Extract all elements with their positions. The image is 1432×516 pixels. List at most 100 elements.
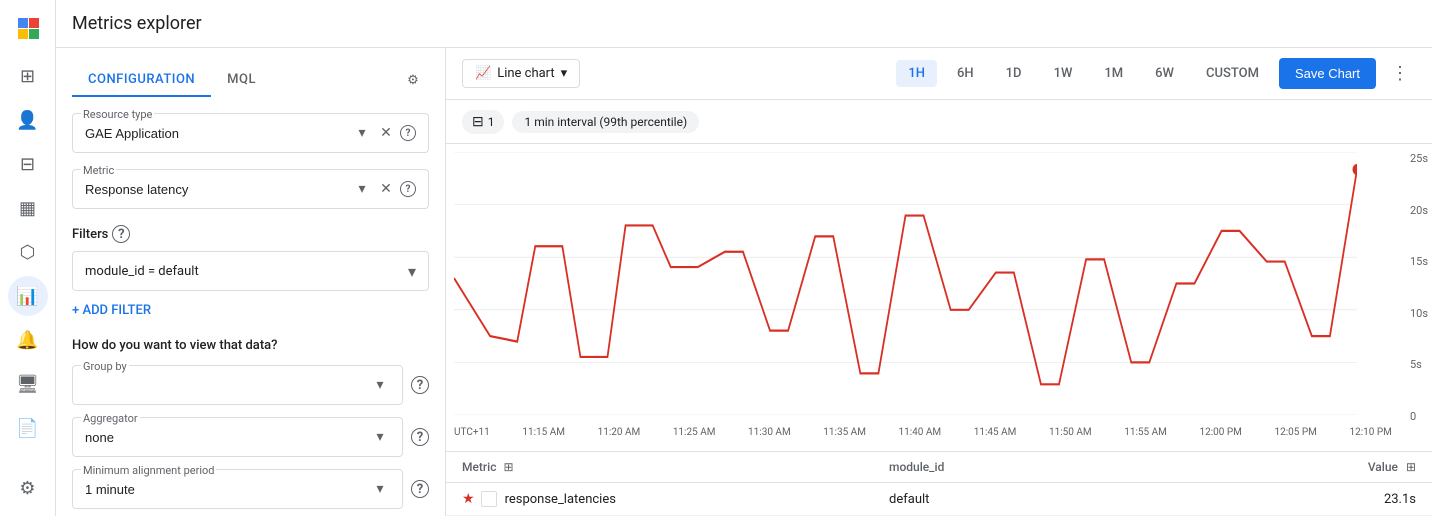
filters-help-icon[interactable]: ? xyxy=(112,225,130,243)
y-label-0: 0 xyxy=(1410,410,1428,423)
main-content: Metrics explorer CONFIGURATION MQL ⚙ Res… xyxy=(56,0,1432,516)
table-cell-value: 23.1s xyxy=(1316,492,1416,507)
metric-label: Metric xyxy=(81,164,116,177)
metric-field: Metric Response latency ▾ ✕ ? xyxy=(72,169,429,209)
save-chart-button[interactable]: Save Chart xyxy=(1279,58,1376,89)
x-label-1205: 12:05 PM xyxy=(1274,427,1316,451)
resource-type-dropdown-icon[interactable]: ▾ xyxy=(352,123,372,143)
nav-computer-icon[interactable]: 🖥 xyxy=(8,364,48,404)
group-by-wrap: Group by ▾ xyxy=(72,365,403,405)
filters-title: Filters ? xyxy=(72,225,429,243)
x-label-1210: 12:10 PM xyxy=(1349,427,1391,451)
value-col-header: Value xyxy=(1368,460,1398,474)
page-header: Metrics explorer xyxy=(56,0,1432,48)
resource-type-help-icon[interactable]: ? xyxy=(400,125,416,141)
metric-select[interactable]: Response latency xyxy=(85,182,352,197)
table-cell-module-id: default xyxy=(889,492,1316,507)
interval-badge[interactable]: 1 min interval (99th percentile) xyxy=(512,111,699,133)
group-by-help-icon[interactable]: ? xyxy=(411,376,429,394)
filter-funnel-icon: ⊟ xyxy=(472,114,484,130)
row-checkbox[interactable] xyxy=(481,491,497,507)
chart-toolbar: 📈 Line chart ▾ 1H 6H 1D 1W 1M 6W CUSTOM … xyxy=(446,48,1432,100)
add-filter-button[interactable]: + ADD FILTER xyxy=(72,299,429,322)
resource-type-select[interactable]: GAE Application xyxy=(85,126,352,141)
table-header-row: Metric ⊞ module_id Value ⊞ xyxy=(446,452,1432,483)
metric-help-icon[interactable]: ? xyxy=(400,181,416,197)
nav-apps-icon[interactable]: ⊞ xyxy=(8,56,48,96)
right-panel: 📈 Line chart ▾ 1H 6H 1D 1W 1M 6W CUSTOM … xyxy=(446,48,1432,516)
nav-table-icon[interactable]: ▦ xyxy=(8,188,48,228)
table-header-module-id: module_id xyxy=(889,460,1316,474)
tab-configuration[interactable]: CONFIGURATION xyxy=(72,64,211,97)
metric-clear-icon[interactable]: ✕ xyxy=(376,179,396,199)
resource-type-field: Resource type GAE Application ▾ ✕ ? xyxy=(72,113,429,153)
value-columns-icon[interactable]: ⊞ xyxy=(1406,460,1416,474)
min-alignment-help-icon[interactable]: ? xyxy=(411,480,429,498)
x-label-1130: 11:30 AM xyxy=(748,427,791,451)
chart-legend-bar: ⊟ 1 1 min interval (99th percentile) xyxy=(446,100,1432,144)
group-by-select[interactable] xyxy=(85,378,370,393)
filter-row[interactable]: module_id = default ▾ xyxy=(72,251,429,291)
line-chart-svg xyxy=(454,152,1357,415)
nav-document-icon[interactable]: 📄 xyxy=(8,408,48,448)
nav-group-icon[interactable]: ⬡ xyxy=(8,232,48,272)
x-axis: UTC+11 11:15 AM 11:20 AM 11:25 AM 11:30 … xyxy=(454,427,1392,451)
table-columns-icon[interactable]: ⊞ xyxy=(503,460,513,474)
nav-notifications-icon[interactable]: 🔔 xyxy=(8,320,48,360)
min-alignment-dropdown-icon[interactable]: ▾ xyxy=(370,479,390,499)
line-chart-icon: 📈 xyxy=(475,66,491,81)
custom-button[interactable]: CUSTOM xyxy=(1194,60,1271,87)
metric-dropdown-icon[interactable]: ▾ xyxy=(352,179,372,199)
aggregator-select[interactable]: none xyxy=(85,430,370,445)
nav-settings-icon[interactable]: ⚙ xyxy=(8,468,48,508)
x-label-utc: UTC+11 xyxy=(454,427,490,451)
time-button-1d[interactable]: 1D xyxy=(994,60,1034,87)
metric-select-wrap: Metric Response latency ▾ ✕ ? xyxy=(72,169,429,209)
metric-actions: ▾ ✕ ? xyxy=(352,179,416,199)
time-button-1w[interactable]: 1W xyxy=(1042,60,1085,87)
filter-count-badge[interactable]: ⊟ 1 xyxy=(462,110,504,134)
chart-and-table: 25s 20s 15s 10s 5s 0 xyxy=(446,144,1432,516)
filter-chevron-icon[interactable]: ▾ xyxy=(408,262,416,281)
filter-count-label: 1 xyxy=(488,115,495,129)
aggregator-help-icon[interactable]: ? xyxy=(411,428,429,446)
resource-type-select-wrap: Resource type GAE Application ▾ ✕ ? xyxy=(72,113,429,153)
more-options-icon[interactable]: ⋮ xyxy=(1384,58,1416,90)
table-header-value: Value ⊞ xyxy=(1316,460,1416,474)
time-button-1h[interactable]: 1H xyxy=(896,60,937,87)
settings-gear-icon[interactable]: ⚙ xyxy=(397,65,429,97)
chart-type-button[interactable]: 📈 Line chart ▾ xyxy=(462,59,580,88)
table-header-metric: Metric ⊞ xyxy=(462,460,889,474)
resource-type-clear-icon[interactable]: ✕ xyxy=(376,123,396,143)
nav-person-icon[interactable]: 👤 xyxy=(8,100,48,140)
x-label-1200: 12:00 PM xyxy=(1199,427,1241,451)
nav-dashboard-icon[interactable]: ⊟ xyxy=(8,144,48,184)
x-label-1115: 11:15 AM xyxy=(522,427,565,451)
x-label-1135: 11:35 AM xyxy=(823,427,866,451)
time-button-1m[interactable]: 1M xyxy=(1092,60,1135,87)
chart-container: 25s 20s 15s 10s 5s 0 xyxy=(446,144,1432,451)
row-star-icon[interactable]: ★ xyxy=(462,491,475,507)
x-label-1125: 11:25 AM xyxy=(673,427,716,451)
data-table: Metric ⊞ module_id Value ⊞ ★ xyxy=(446,451,1432,516)
x-label-1150: 11:50 AM xyxy=(1049,427,1092,451)
group-by-dropdown-icon[interactable]: ▾ xyxy=(370,375,390,395)
min-alignment-row: Minimum alignment period 1 minute ▾ ? xyxy=(72,469,429,516)
page-body: CONFIGURATION MQL ⚙ Resource type GAE Ap… xyxy=(56,48,1432,516)
aggregator-dropdown-icon[interactable]: ▾ xyxy=(370,427,390,447)
y-label-25s: 25s xyxy=(1410,152,1428,165)
min-alignment-label: Minimum alignment period xyxy=(81,464,216,477)
tab-mql[interactable]: MQL xyxy=(211,64,272,97)
resource-type-actions: ▾ ✕ ? xyxy=(352,123,416,143)
chart-type-dropdown-icon: ▾ xyxy=(561,66,568,81)
y-label-5s: 5s xyxy=(1410,358,1428,371)
y-label-15s: 15s xyxy=(1410,255,1428,268)
min-alignment-select[interactable]: 1 minute xyxy=(85,482,370,497)
table-row: ★ response_latencies default 23.1s xyxy=(446,483,1432,516)
metric-value-cell: response_latencies xyxy=(505,492,616,507)
time-button-6h[interactable]: 6H xyxy=(945,60,986,87)
time-button-6w[interactable]: 6W xyxy=(1143,60,1186,87)
nav-chart-icon[interactable]: 📊 xyxy=(8,276,48,316)
filter-text: module_id = default xyxy=(85,264,408,279)
metric-col-header: Metric xyxy=(462,460,496,474)
